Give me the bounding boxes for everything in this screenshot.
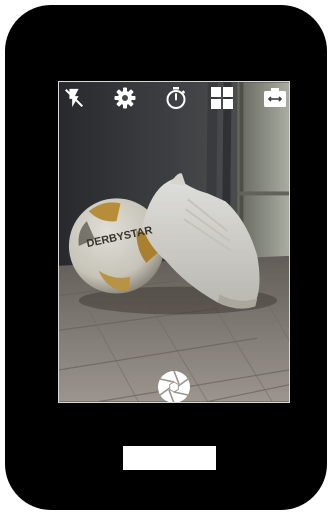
camera-preview-photo: DERBYSTAR	[59, 82, 289, 402]
shutter-button[interactable]	[156, 369, 192, 402]
grid-button[interactable]	[209, 85, 235, 111]
flash-off-button[interactable]	[61, 85, 87, 111]
camera-toolbar	[59, 82, 289, 114]
gear-icon	[114, 87, 136, 109]
aperture-icon	[158, 370, 190, 402]
stopwatch-icon	[166, 87, 186, 109]
phone-frame: DERBYSTAR	[5, 5, 327, 510]
aspect-ratio-icon	[264, 88, 286, 107]
flash-off-icon	[65, 88, 83, 108]
aspect-ratio-button[interactable]	[262, 85, 288, 111]
grid-icon	[211, 87, 233, 109]
home-button[interactable]	[123, 446, 216, 470]
timer-button[interactable]	[163, 85, 189, 111]
camera-screen: DERBYSTAR	[58, 81, 290, 403]
settings-button[interactable]	[112, 85, 138, 111]
